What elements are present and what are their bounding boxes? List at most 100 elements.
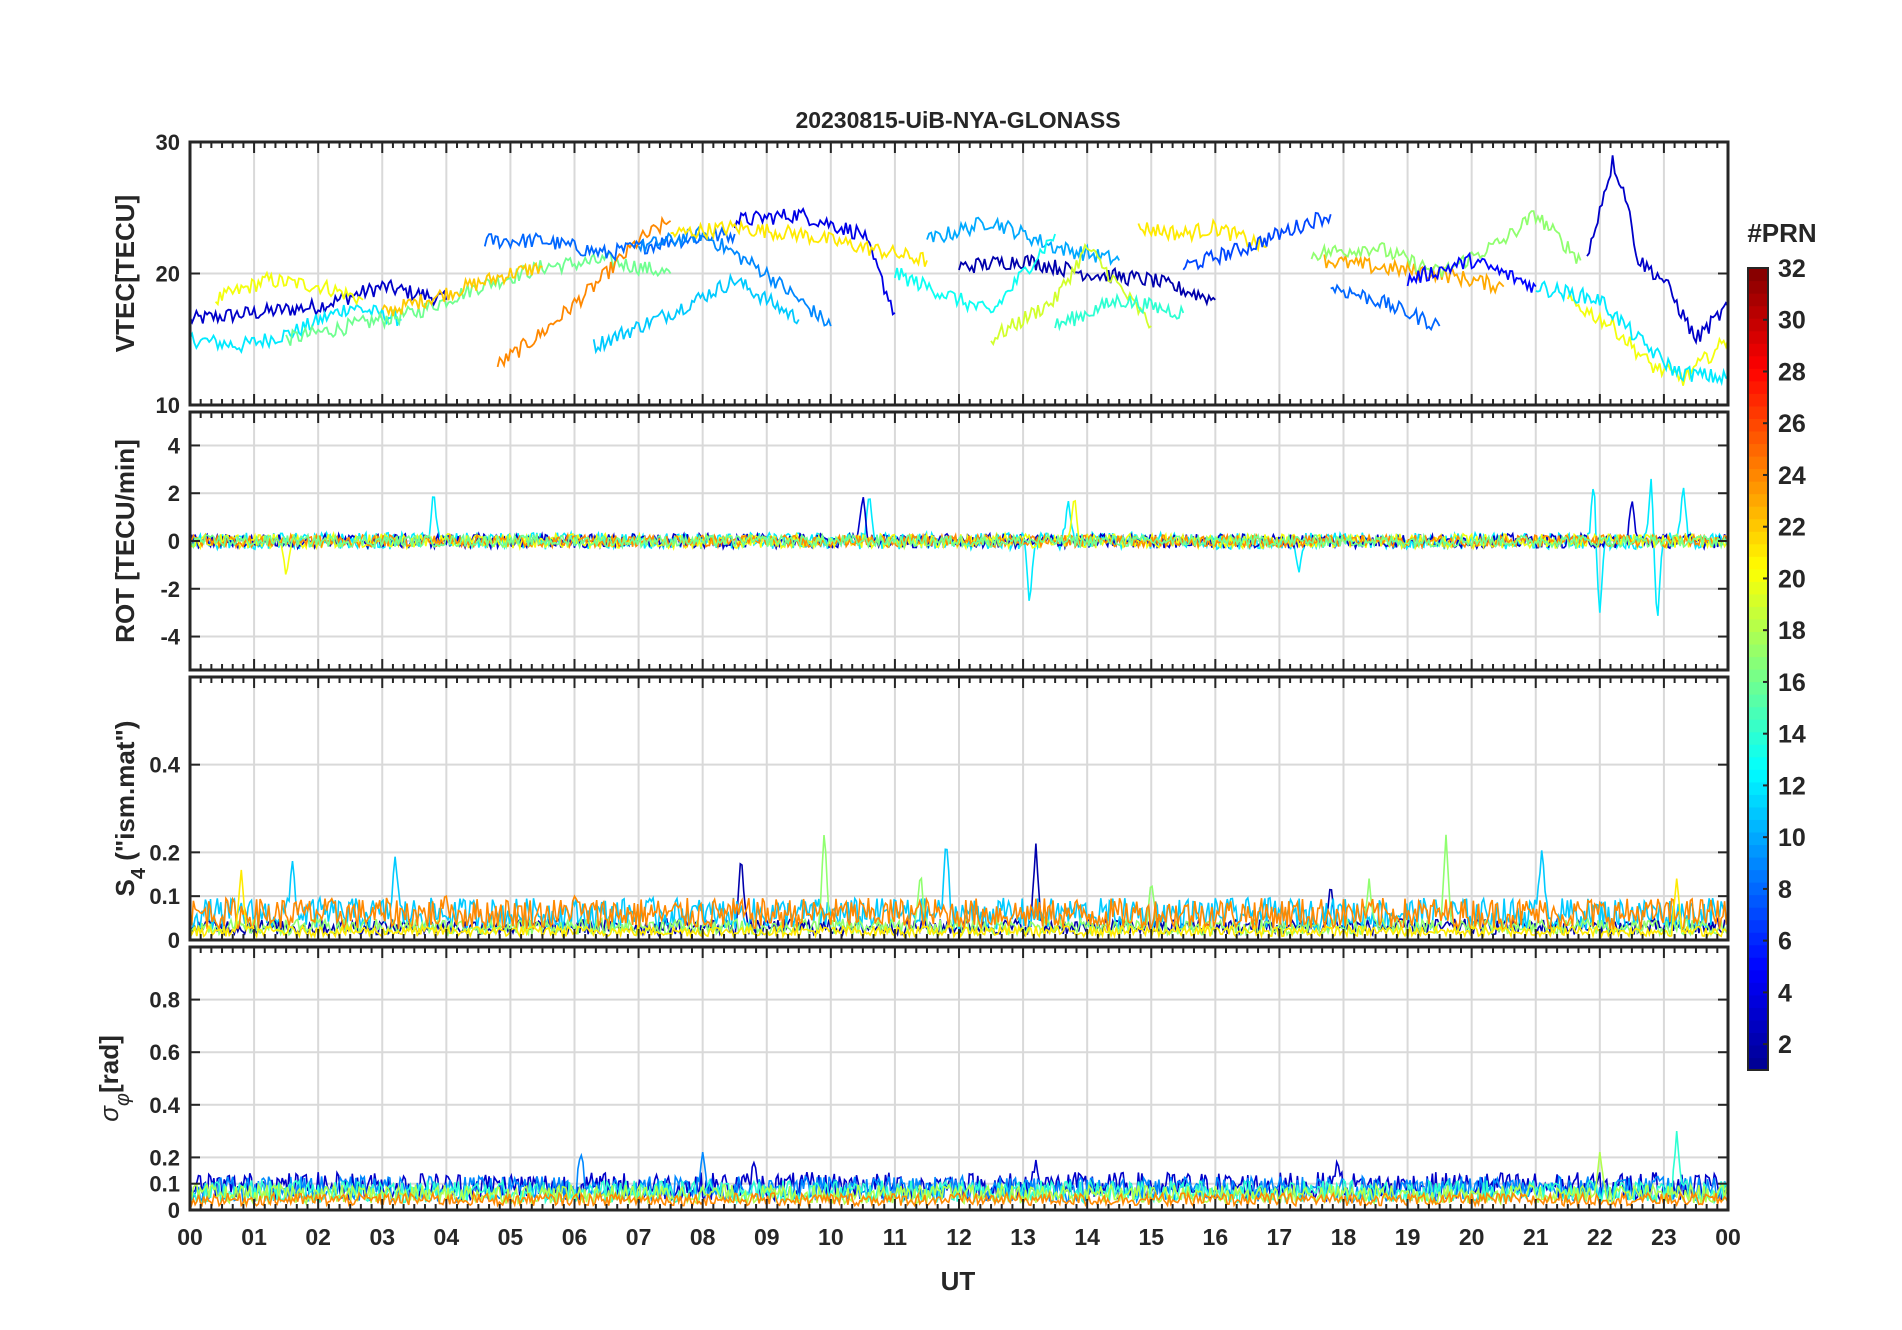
x-tick-label: 14 [1074, 1224, 1100, 1250]
x-axis-label: UT [941, 1266, 976, 1296]
colorbar-segment [1748, 481, 1768, 495]
colorbar-segment [1748, 368, 1768, 382]
colorbar-tick-label: 18 [1778, 617, 1806, 645]
x-tick-label: 19 [1395, 1224, 1421, 1250]
colorbar-tick-label: 10 [1778, 824, 1806, 852]
colorbar-segment [1748, 1007, 1768, 1021]
colorbar-tick-label: 30 [1778, 307, 1806, 335]
y-tick-label: 0.1 [149, 1172, 180, 1197]
colorbar-tick-label: 12 [1778, 772, 1806, 800]
colorbar-segment [1748, 769, 1768, 783]
y-tick-label: 10 [156, 393, 180, 418]
colorbar-segment [1748, 443, 1768, 457]
panel-sigma: 00.10.2 0.4 0.6 0.8 σφ[rad] [94, 945, 1730, 1223]
colorbar-segment [1748, 694, 1768, 708]
y-tick-label: 0.4 [149, 753, 180, 778]
y-axis-label: ROT [TECU/min] [110, 439, 140, 643]
colorbar-tick-label: 28 [1778, 358, 1806, 386]
panel-rot: -4 -2 0 2 4 ROT [TECU/min] [110, 410, 1730, 672]
y-axis-label-part: [rad] [94, 1035, 124, 1093]
y-axis-label-part: σ [94, 1105, 124, 1122]
colorbar-segment [1748, 418, 1768, 432]
y-tick-label: 0 [168, 529, 180, 554]
colorbar-segment [1748, 806, 1768, 820]
colorbar-segment [1748, 819, 1768, 833]
colorbar-segment [1748, 744, 1768, 758]
series-prn-21 [1137, 217, 1267, 253]
colorbar-segment [1748, 293, 1768, 307]
colorbar-segment [1748, 932, 1768, 946]
colorbar-segment [1748, 957, 1768, 971]
colorbar-segment [1748, 669, 1768, 683]
x-tick-label: 03 [369, 1224, 395, 1250]
series-prn-7 [1182, 211, 1332, 271]
colorbar-segment [1748, 493, 1768, 507]
x-tick-label: 08 [690, 1224, 716, 1250]
x-tick-label: 04 [434, 1224, 460, 1250]
y-axis-label-part: φ [112, 1093, 134, 1106]
y-axis-label-part: ("ism.mat") [110, 721, 140, 868]
colorbar-segment [1748, 869, 1768, 883]
colorbar-tick-label: 24 [1778, 462, 1806, 490]
x-tick-label: 00 [177, 1224, 203, 1250]
colorbar-segment [1748, 568, 1768, 582]
colorbar-segment [1748, 944, 1768, 958]
colorbar-segment [1748, 631, 1768, 645]
series-prn-11 [592, 272, 800, 355]
series-prn-21 [670, 219, 928, 267]
colorbar-segment [1748, 1057, 1768, 1071]
series-prn-19 [990, 242, 1152, 347]
x-tick-label: 11 [883, 1224, 908, 1250]
x-tick-label: 18 [1331, 1224, 1357, 1250]
colorbar-segment [1748, 1044, 1768, 1059]
colorbar-segment [1748, 380, 1768, 394]
series-prn-8 [1330, 283, 1441, 332]
colorbar-segment [1748, 343, 1768, 357]
colorbar-segment [1748, 430, 1768, 445]
x-tick-label: 13 [1010, 1224, 1036, 1250]
colorbar-segment [1748, 606, 1768, 620]
chart-title: 20230815-UiB-NYA-GLONASS [795, 107, 1120, 133]
x-tick-label: 16 [1203, 1224, 1229, 1250]
x-tick-label: 17 [1267, 1224, 1293, 1250]
x-tick-label: 00 [1715, 1224, 1741, 1250]
colorbar-segment [1748, 982, 1768, 996]
colorbar-segment [1748, 355, 1768, 369]
y-tick-label: 0.2 [149, 1145, 180, 1170]
colorbar-tick-label: 26 [1778, 410, 1806, 438]
y-tick-label: 0.6 [149, 1040, 180, 1065]
y-axis-label: S4 ("ism.mat") [110, 721, 150, 897]
y-tick-label: 0.4 [149, 1093, 180, 1118]
x-tick-label: 05 [498, 1224, 524, 1250]
colorbar-segment [1748, 280, 1768, 294]
colorbar-segment [1748, 455, 1768, 470]
x-tick-label: 09 [754, 1224, 780, 1250]
colorbar-segment [1748, 1019, 1768, 1034]
colorbar-segment [1748, 894, 1768, 908]
series-prn-16 [285, 252, 672, 346]
colorbar-segment [1748, 543, 1768, 557]
y-tick-label: 0 [168, 1198, 180, 1223]
colorbar-segment [1748, 969, 1768, 983]
x-tick-label: 20 [1459, 1224, 1485, 1250]
colorbar-segment [1748, 556, 1768, 570]
colorbar-tick-label: 22 [1778, 514, 1806, 542]
colorbar-segment [1748, 719, 1768, 733]
colorbar-tick-label: 2 [1778, 1031, 1792, 1059]
colorbar-segment [1748, 681, 1768, 695]
series-prn-17 [1310, 210, 1582, 278]
colorbar-segment [1748, 656, 1768, 670]
colorbar-segment [1748, 268, 1768, 282]
colorbar-tick-label: 14 [1778, 721, 1806, 749]
x-tick-label: 10 [818, 1224, 844, 1250]
panels: 102030VTEC[TECU]-4-2024ROT [TECU/min]00.… [94, 130, 1730, 1223]
x-tick-label: 01 [241, 1224, 267, 1250]
y-axis-label: VTEC[TECU] [110, 195, 140, 352]
colorbar-segment [1748, 781, 1768, 795]
colorbar: 2468101214161820222426283032 [1747, 255, 1806, 1071]
x-tick-label: 22 [1587, 1224, 1613, 1250]
series-prn-8 [483, 225, 736, 262]
colorbar-segment [1748, 907, 1768, 921]
colorbar-segment [1748, 518, 1768, 532]
colorbar-tick-label: 4 [1778, 979, 1792, 1007]
